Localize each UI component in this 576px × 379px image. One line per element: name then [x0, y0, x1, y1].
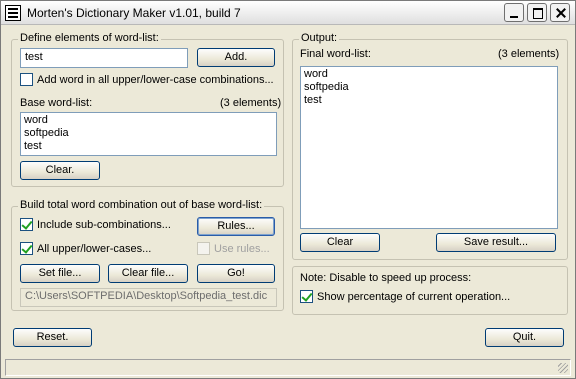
case-combo-checkbox[interactable]: Add word in all upper/lower-case combina…: [20, 73, 274, 86]
final-list-label: Final word-list:: [300, 48, 371, 60]
sub-combinations-label: Include sub-combinations...: [37, 218, 171, 231]
app-icon: [5, 5, 21, 21]
show-percentage-checkbox[interactable]: Show percentage of current operation...: [300, 290, 510, 303]
use-rules-checkbox[interactable]: Use rules...: [197, 242, 270, 255]
list-item[interactable]: test: [304, 94, 554, 107]
close-button[interactable]: [550, 3, 570, 22]
title-bar[interactable]: Morten's Dictionary Maker v1.01, build 7: [1, 1, 575, 25]
status-bar: [5, 359, 571, 376]
base-list-label: Base word-list:: [20, 97, 93, 109]
list-item[interactable]: word: [24, 114, 273, 127]
all-case-checkbox[interactable]: All upper/lower-cases...: [20, 242, 151, 255]
rules-button[interactable]: Rules...: [197, 217, 275, 236]
set-file-button[interactable]: Set file...: [20, 264, 100, 283]
output-group-title: Output:: [299, 32, 340, 44]
save-result-button[interactable]: Save result...: [436, 233, 556, 252]
resize-grip[interactable]: [558, 363, 568, 373]
word-input[interactable]: test: [20, 48, 188, 68]
main-window: Morten's Dictionary Maker v1.01, build 7…: [0, 0, 576, 379]
use-rules-box[interactable]: [197, 242, 210, 255]
go-button[interactable]: Go!: [197, 264, 275, 283]
quit-button[interactable]: Quit.: [485, 328, 564, 347]
list-item[interactable]: softpedia: [24, 127, 273, 140]
sub-combinations-box[interactable]: [20, 218, 33, 231]
use-rules-label: Use rules...: [214, 242, 270, 255]
note-title: Note: Disable to speed up process:: [300, 272, 472, 284]
define-group-title: Define elements of word-list:: [18, 32, 161, 44]
window-title: Morten's Dictionary Maker v1.01, build 7: [27, 6, 241, 20]
base-word-list[interactable]: word softpedia test: [20, 112, 277, 156]
list-item[interactable]: word: [304, 68, 554, 81]
reset-button[interactable]: Reset.: [13, 328, 92, 347]
clear-file-button[interactable]: Clear file...: [108, 264, 188, 283]
minimize-button[interactable]: [504, 3, 524, 22]
all-case-box[interactable]: [20, 242, 33, 255]
case-combo-label: Add word in all upper/lower-case combina…: [37, 73, 274, 86]
show-percentage-box[interactable]: [300, 290, 313, 303]
file-path-field: C:\Users\SOFTPEDIA\Desktop\Softpedia_tes…: [20, 288, 277, 307]
case-combo-box[interactable]: [20, 73, 33, 86]
list-item[interactable]: test: [24, 140, 273, 153]
final-word-list[interactable]: word softpedia test: [300, 66, 558, 229]
maximize-button[interactable]: [527, 3, 547, 22]
clear-output-button[interactable]: Clear: [300, 233, 380, 252]
base-list-count: (3 elements): [220, 97, 282, 109]
clear-base-button[interactable]: Clear.: [20, 161, 100, 180]
list-item[interactable]: softpedia: [304, 81, 554, 94]
build-group-title: Build total word combination out of base…: [18, 199, 265, 211]
final-list-count: (3 elements): [498, 48, 560, 60]
show-percentage-label: Show percentage of current operation...: [317, 290, 511, 303]
add-button[interactable]: Add.: [197, 48, 275, 67]
sub-combinations-checkbox[interactable]: Include sub-combinations...: [20, 218, 171, 231]
all-case-label: All upper/lower-cases...: [37, 242, 152, 255]
